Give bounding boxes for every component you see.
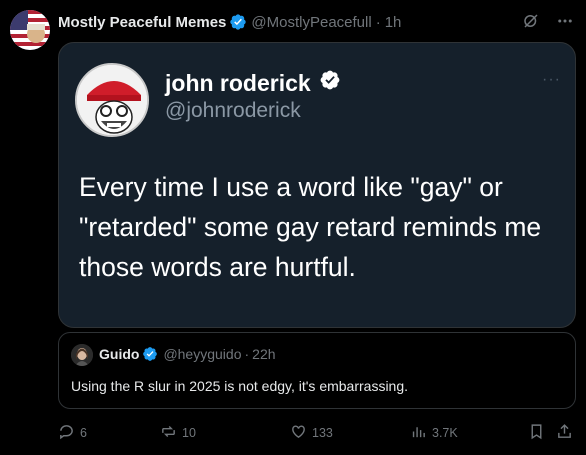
like-count: 133 <box>312 426 333 440</box>
repost-count: 10 <box>182 426 196 440</box>
quote-author-handle[interactable]: @heyyguido <box>163 346 241 362</box>
separator: · <box>244 346 250 362</box>
image-more-icon: ··· <box>542 71 561 88</box>
image-author-name: john roderick <box>165 69 341 97</box>
bookmark-icon <box>528 423 545 443</box>
quoted-post[interactable]: Guido @heyyguido · 22h Using the R slur … <box>58 332 576 409</box>
verified-badge-icon <box>142 346 158 362</box>
image-author-handle: @johnroderick <box>165 99 301 122</box>
quote-author-name[interactable]: Guido <box>99 346 139 362</box>
views-button[interactable]: 3.7K <box>410 423 458 443</box>
header-actions <box>522 12 574 35</box>
quote-time[interactable]: 22h <box>252 346 275 362</box>
more-icon[interactable] <box>556 12 574 35</box>
quote-header: Guido @heyyguido · 22h <box>99 346 276 362</box>
image-tweet-text: Every time I use a word like "gay" or "r… <box>79 172 542 282</box>
image-avatar <box>75 63 149 137</box>
views-count: 3.7K <box>432 426 458 440</box>
image-verified-badge-icon <box>319 69 341 97</box>
reply-button[interactable]: 6 <box>58 423 87 443</box>
verified-badge-icon <box>229 13 247 31</box>
share-button[interactable] <box>556 423 573 443</box>
reply-icon <box>58 423 75 443</box>
post-image[interactable]: john roderick @johnroderick ··· Every ti… <box>58 42 576 328</box>
author-avatar[interactable] <box>10 10 50 50</box>
grok-icon[interactable] <box>522 12 540 35</box>
separator: · <box>375 13 381 31</box>
like-button[interactable]: 133 <box>290 423 333 443</box>
repost-icon <box>160 423 177 443</box>
quote-avatar <box>71 344 93 366</box>
action-bar: 6 10 133 3.7K <box>58 423 578 443</box>
like-icon <box>290 423 307 443</box>
author-handle[interactable]: @MostlyPeacefull <box>251 14 371 31</box>
author-name[interactable]: Mostly Peaceful Memes <box>58 14 226 31</box>
share-icon <box>556 423 573 443</box>
repost-button[interactable]: 10 <box>160 423 196 443</box>
quote-text: Using the R slur in 2025 is not edgy, it… <box>71 378 409 394</box>
views-icon <box>410 423 427 443</box>
post-time[interactable]: 1h <box>385 14 402 31</box>
reply-count: 6 <box>80 426 87 440</box>
post-header: Mostly Peaceful Memes @MostlyPeacefull ·… <box>58 11 576 33</box>
bookmark-button[interactable] <box>528 423 545 443</box>
